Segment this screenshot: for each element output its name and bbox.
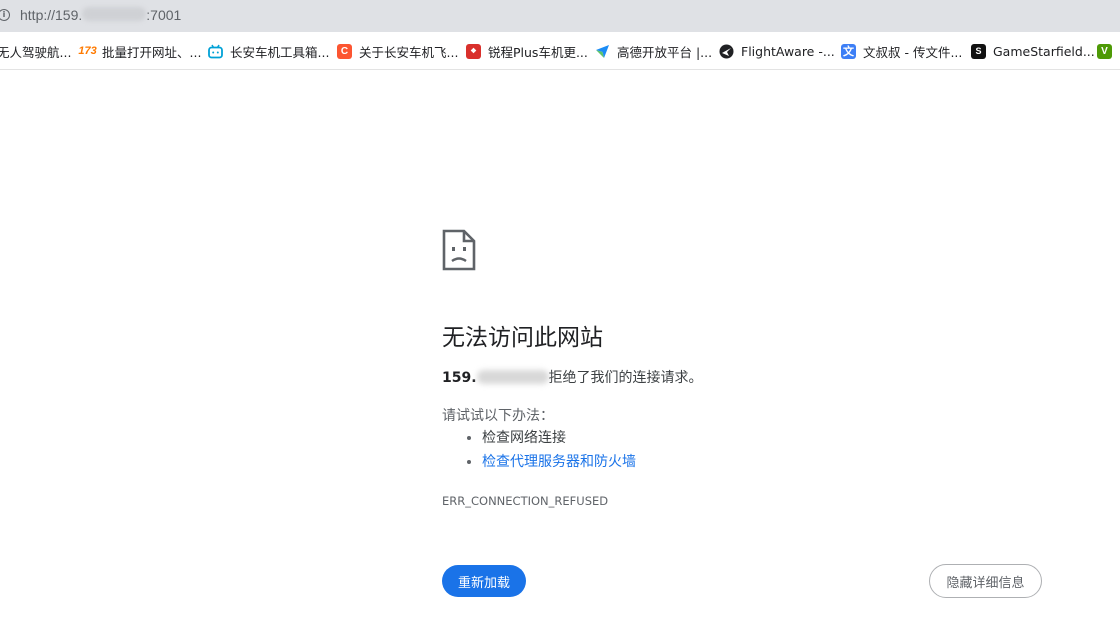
bookmark-item[interactable]: 长安车机工具箱...: [208, 42, 329, 60]
bookmark-label: FlightAware -...: [741, 43, 835, 59]
sad-page-icon: [442, 229, 476, 271]
error-refused-text: 拒绝了我们的连接请求。: [548, 370, 703, 386]
url-text[interactable]: http://159. :7001: [20, 7, 181, 23]
bookmark-item[interactable]: 173 批量打开网址、...: [78, 42, 202, 60]
hide-details-button[interactable]: 隐藏详细信息: [929, 564, 1042, 598]
bookmark-item[interactable]: ❖ 锐程Plus车机更...: [466, 42, 588, 60]
error-code: ERR_CONNECTION_REFUSED: [442, 494, 609, 508]
bookmark-label: 无人驾驶航...: [0, 44, 72, 60]
bookmark-label: 关于长安车机飞...: [359, 44, 459, 60]
bookmark-label: 批量打开网址、...: [102, 44, 202, 60]
csdn-c-icon: C: [337, 43, 352, 59]
bookmark-label: GameStarfield...: [993, 43, 1095, 59]
suggestions-title: 请试试以下办法：: [442, 408, 554, 424]
error-host: 159.: [442, 370, 477, 386]
bookmark-label: 锐程Plus车机更...: [488, 44, 588, 60]
bookmark-item[interactable]: V: [1097, 42, 1119, 60]
url-prefix: http://159.: [20, 7, 83, 23]
suggestions-list: 检查网络连接 检查代理服务器和防火墙: [442, 429, 636, 477]
wenshushu-icon: 文: [841, 43, 856, 59]
reload-button[interactable]: 重新加载: [442, 565, 526, 597]
173-logo-icon: 173: [78, 45, 97, 57]
bookmark-label: 长安车机工具箱...: [230, 44, 330, 60]
bookmark-item[interactable]: FlightAware -...: [719, 42, 835, 60]
url-suffix: :7001: [146, 7, 182, 23]
bookmark-item[interactable]: 文 文叔叔 - 传文件...: [841, 42, 962, 60]
info-icon[interactable]: i: [0, 9, 10, 21]
redacted-ip: [82, 7, 147, 21]
flightaware-globe-icon: [719, 44, 734, 59]
bookmark-item[interactable]: 高德开放平台 |...: [595, 42, 712, 60]
bookmark-label: 文叔叔 - 传文件...: [863, 44, 963, 60]
bookmark-item[interactable]: C 关于长安车机飞...: [337, 42, 458, 60]
bookmark-item[interactable]: 无人驾驶航...: [0, 42, 71, 60]
bookmark-item[interactable]: S GameStarfield...: [971, 42, 1095, 60]
error-description: 159. 拒绝了我们的连接请求。: [442, 367, 703, 387]
bookmark-label: 高德开放平台 |...: [617, 44, 713, 60]
error-title: 无法访问此网站: [442, 325, 603, 351]
suggestion-check-proxy: 检查代理服务器和防火墙: [482, 453, 636, 477]
suggestion-check-network: 检查网络连接: [482, 429, 636, 453]
amap-arrow-icon: [595, 44, 610, 59]
check-proxy-link[interactable]: 检查代理服务器和防火墙: [482, 454, 636, 470]
redacted-ip: [476, 370, 549, 384]
bookmarks-bar: 无人驾驶航... 173 批量打开网址、... 长安车机工具箱... C 关于长…: [0, 32, 1120, 70]
bilibili-tv-icon: [208, 44, 223, 59]
app-logo-icon: ❖: [466, 43, 481, 59]
address-bar[interactable]: i http://159. :7001: [0, 0, 1120, 32]
vim-icon: V: [1097, 43, 1112, 59]
gamestarfield-icon: S: [971, 43, 986, 59]
